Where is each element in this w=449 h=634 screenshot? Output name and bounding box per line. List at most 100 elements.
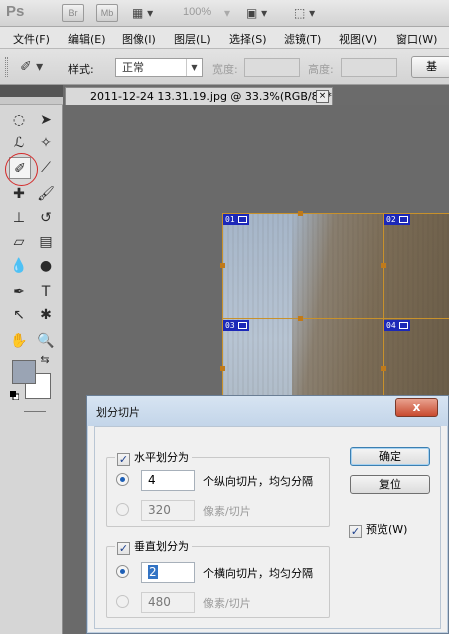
horizontal-divide-checkbox[interactable]: ✓: [117, 453, 130, 466]
slice-tool-preset-icon[interactable]: ✐ ▾: [20, 58, 43, 76]
slice-handle[interactable]: [298, 211, 303, 216]
tools-panel: ◌ ➤ ℒ ✧ ✐ ⟋ ✚ 🖌 ⊥ ↺ ▱ ▤ 💧 ● ✒ T ↖ ✱ ✋ 🔍 …: [0, 85, 63, 634]
close-tab-icon[interactable]: ×: [316, 90, 329, 103]
slice-image-icon: [237, 322, 247, 329]
vertical-divide-checkbox[interactable]: ✓: [117, 542, 130, 555]
custom-shape-tool-icon[interactable]: ✱: [35, 304, 57, 326]
slice-label-01[interactable]: 01: [223, 214, 249, 225]
clone-stamp-tool-icon[interactable]: ⊥: [8, 207, 30, 229]
tools-panel-header[interactable]: [0, 85, 63, 97]
dialog-titlebar[interactable]: 划分切片 x: [87, 396, 448, 426]
style-select[interactable]: 正常 ▼: [115, 58, 203, 77]
foreground-color-swatch[interactable]: [12, 360, 36, 384]
options-bar: ✐ ▾ 样式: 正常 ▼ 宽度: 高度: 基: [0, 49, 449, 85]
horizontal-divide-checkbox-row[interactable]: ✓ 水平划分为: [115, 449, 192, 466]
blur-tool-icon[interactable]: 💧: [8, 255, 30, 277]
brush-tool-icon[interactable]: 🖌: [35, 183, 57, 205]
zoom-level[interactable]: 100%: [183, 6, 211, 18]
horizontal-pixels-input[interactable]: 320: [141, 500, 195, 521]
lasso-tool-icon[interactable]: ℒ: [8, 132, 30, 154]
highlight-circle: [5, 153, 38, 186]
menu-select[interactable]: 选择(S): [229, 31, 267, 47]
slice-handle[interactable]: [220, 366, 225, 371]
menu-edit[interactable]: 编辑(E): [68, 31, 106, 47]
style-label: 样式:: [68, 63, 94, 76]
zoom-tool-icon[interactable]: 🔍: [35, 330, 57, 352]
eyedropper-tool-icon[interactable]: ⟋: [35, 157, 57, 179]
preview-checkbox[interactable]: ✓: [349, 525, 362, 538]
gradient-tool-icon[interactable]: ▤: [35, 231, 57, 253]
path-selection-tool-icon[interactable]: ↖: [8, 304, 30, 326]
move-tool-icon[interactable]: ➤: [35, 109, 57, 131]
divide-slice-dialog: 划分切片 x ✓ 水平划分为 4 个纵向切片，均匀分隔 320 像素/切片 ✓ 垂直…: [86, 395, 449, 634]
slice-image-icon: [398, 322, 408, 329]
quick-mask-divider: [24, 411, 46, 412]
width-label: 宽度:: [212, 63, 238, 76]
vertical-pixels-radio[interactable]: [116, 595, 129, 608]
bridge-button[interactable]: Br: [62, 4, 84, 22]
slice-image-icon: [237, 216, 247, 223]
arrange-documents-icon[interactable]: ▣ ▾: [246, 4, 267, 22]
horizontal-count-input[interactable]: 4: [141, 470, 195, 491]
slice-handle[interactable]: [298, 316, 303, 321]
vertical-divide-checkbox-row[interactable]: ✓ 垂直划分为: [115, 538, 192, 555]
default-colors-icon[interactable]: [10, 390, 20, 401]
horizontal-pixels-radio[interactable]: [116, 503, 129, 516]
menu-file[interactable]: 文件(F): [13, 31, 50, 47]
eraser-tool-icon[interactable]: ▱: [8, 231, 30, 253]
width-field[interactable]: [244, 58, 300, 77]
swap-colors-icon[interactable]: ⇆: [38, 353, 52, 367]
slice-handle[interactable]: [381, 366, 386, 371]
type-tool-icon[interactable]: T: [35, 281, 57, 303]
horizontal-pixels-label: 像素/切片: [203, 505, 251, 518]
photoshop-logo: Ps: [6, 3, 25, 20]
options-grip[interactable]: [5, 57, 8, 77]
horizontal-count-radio[interactable]: [116, 473, 129, 486]
dialog-body: ✓ 水平划分为 4 个纵向切片，均匀分隔 320 像素/切片 ✓ 垂直划分为 2 个…: [94, 426, 441, 629]
ok-button[interactable]: 确定: [350, 447, 430, 466]
slice-label-04[interactable]: 04: [384, 320, 410, 331]
menu-image[interactable]: 图像(I): [122, 31, 156, 47]
horizontal-divide-group: ✓ 水平划分为 4 个纵向切片，均匀分隔 320 像素/切片: [106, 449, 330, 527]
healing-brush-tool-icon[interactable]: ✚: [8, 183, 30, 205]
extras-menu-icon[interactable]: ▦ ▾: [132, 4, 153, 22]
slice-handle[interactable]: [381, 263, 386, 268]
mini-bridge-button[interactable]: Mb: [96, 4, 118, 22]
vertical-count-radio[interactable]: [116, 565, 129, 578]
quick-selection-tool-icon[interactable]: ✧: [35, 132, 57, 154]
slice-handle[interactable]: [220, 263, 225, 268]
slice-divider-horizontal: [222, 318, 449, 319]
height-field[interactable]: [341, 58, 397, 77]
pen-tool-icon[interactable]: ✒: [8, 281, 30, 303]
horizontal-count-label: 个纵向切片，均匀分隔: [203, 475, 313, 488]
slice-label-02[interactable]: 02: [384, 214, 410, 225]
hand-tool-icon[interactable]: ✋: [8, 330, 30, 352]
vertical-count-input[interactable]: 2: [141, 562, 195, 583]
menu-window[interactable]: 窗口(W): [396, 31, 437, 47]
reset-button[interactable]: 复位: [350, 475, 430, 494]
preview-checkbox-row[interactable]: ✓ 预览(W): [349, 521, 407, 538]
app-bar: Ps Br Mb ▦ ▾ 100% ▾ ▣ ▾ ⬚ ▾: [0, 0, 449, 27]
history-brush-tool-icon[interactable]: ↺: [35, 207, 57, 229]
height-label: 高度:: [308, 63, 334, 76]
marquee-tool-icon[interactable]: ◌: [8, 109, 30, 131]
slice-number: 04: [386, 321, 396, 330]
vertical-divide-label: 垂直划分为: [134, 540, 189, 553]
menu-layer[interactable]: 图层(L): [174, 31, 211, 47]
slice-image-icon: [398, 216, 408, 223]
slices-from-guides-button[interactable]: 基: [411, 56, 449, 78]
close-button[interactable]: x: [395, 398, 438, 417]
document-tab[interactable]: 2011-12-24 13.31.19.jpg @ 33.3%(RGB/8) *…: [65, 87, 333, 105]
screen-mode-icon[interactable]: ⬚ ▾: [294, 4, 315, 22]
zoom-dropdown-icon[interactable]: ▾: [224, 4, 230, 22]
slice-label-03[interactable]: 03: [223, 320, 249, 331]
menu-view[interactable]: 视图(V): [339, 31, 377, 47]
vertical-count-value: 2: [148, 565, 158, 579]
dodge-tool-icon[interactable]: ●: [35, 255, 57, 277]
menu-bar: 文件(F) 编辑(E) 图像(I) 图层(L) 选择(S) 滤镜(T) 视图(V…: [0, 27, 449, 49]
menu-filter[interactable]: 滤镜(T): [284, 31, 321, 47]
vertical-pixels-label: 像素/切片: [203, 597, 251, 610]
vertical-pixels-input[interactable]: 480: [141, 592, 195, 613]
tools-panel-grip[interactable]: [0, 97, 63, 105]
vertical-count-label: 个横向切片，均匀分隔: [203, 567, 313, 580]
